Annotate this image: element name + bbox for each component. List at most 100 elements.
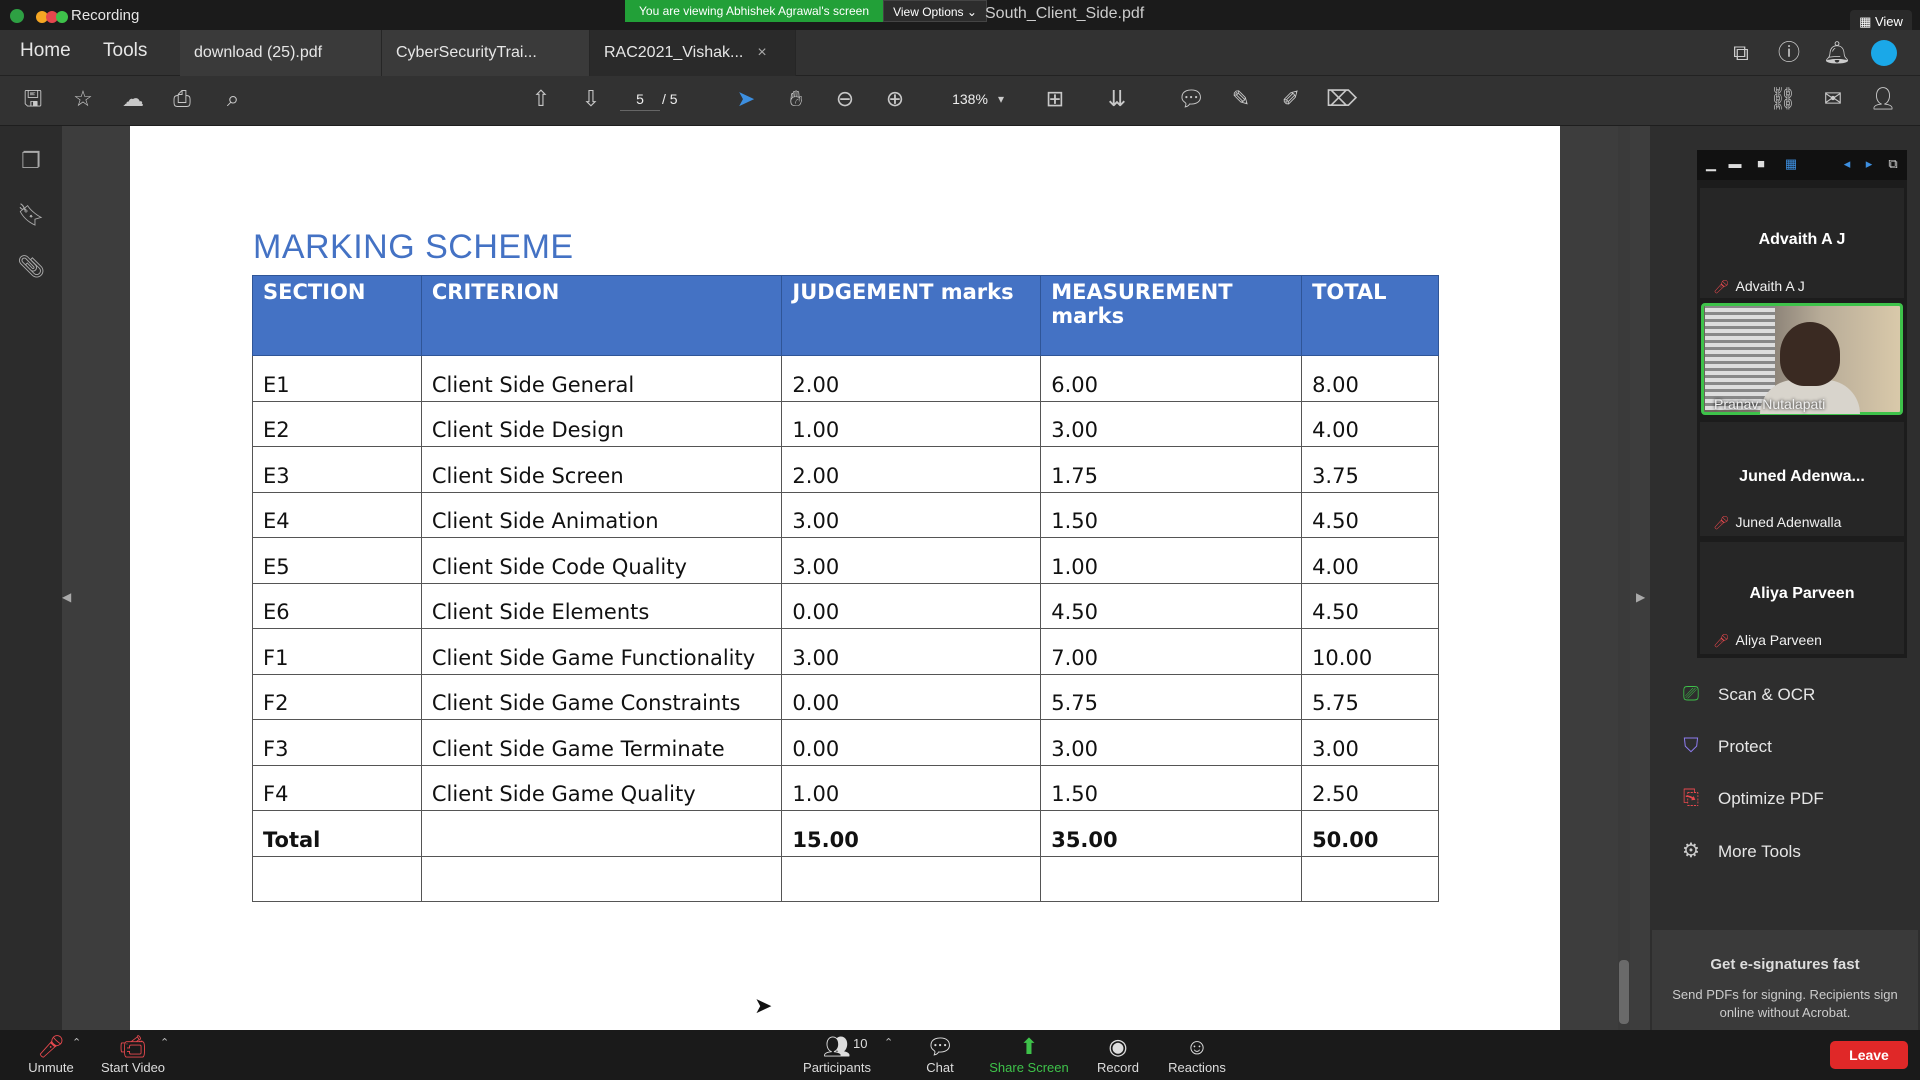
record-button[interactable]: ◉ Record bbox=[1073, 1034, 1163, 1075]
save-icon[interactable]: 🖫︎ bbox=[18, 84, 48, 114]
scrollbar-thumb[interactable] bbox=[1619, 960, 1629, 1024]
scroll-mode-icon[interactable]: ⇊ bbox=[1102, 84, 1132, 114]
table-cell: 2.00 bbox=[781, 446, 1042, 493]
highlight-pen-icon[interactable]: ✎ bbox=[1226, 84, 1256, 114]
zoom-window-icon[interactable] bbox=[56, 11, 68, 23]
table-cell: 1.00 bbox=[1040, 537, 1303, 584]
table-row: E4 Client Side Animation 3.00 1.50 4.50 bbox=[252, 491, 1439, 538]
tab-cybersecurity[interactable]: CyberSecurityTrai... bbox=[382, 30, 590, 76]
zoom-out-icon[interactable]: ⊖ bbox=[830, 84, 860, 114]
tool-scan-ocr[interactable]: ⎚ Scan & OCR bbox=[1678, 674, 1815, 714]
tab-label: RAC2021_Vishak... bbox=[604, 44, 744, 61]
share-screen-label: Share Screen bbox=[989, 1060, 1069, 1075]
table-cell: 8.00 bbox=[1301, 355, 1439, 402]
leave-button[interactable]: Leave bbox=[1830, 1041, 1908, 1069]
participant-label: 🎤︎ Advaith A J bbox=[1713, 278, 1805, 295]
chevron-down-icon[interactable]: ▾ bbox=[998, 87, 1004, 111]
scan-icon: ⎚ bbox=[1683, 683, 1699, 705]
table-cell: 3.00 bbox=[781, 628, 1042, 675]
table-row: E3 Client Side Screen 2.00 1.75 3.75 bbox=[252, 446, 1439, 493]
prev-page-icon[interactable]: ⇧ bbox=[526, 84, 556, 114]
share-screen-button[interactable]: ⬆ Share Screen bbox=[984, 1034, 1074, 1075]
tool-more-tools[interactable]: ⚙ More Tools bbox=[1678, 831, 1801, 871]
menu-home[interactable]: Home bbox=[20, 40, 71, 62]
small-view-icon[interactable]: ▬ bbox=[1726, 156, 1744, 172]
draw-icon[interactable]: ✐ bbox=[1276, 84, 1306, 114]
minimize-gallery-icon[interactable]: ▁ bbox=[1702, 156, 1720, 172]
chevron-up-icon[interactable]: ⌃ bbox=[72, 1036, 81, 1049]
table-cell: 2.50 bbox=[1301, 764, 1439, 811]
table-cell: 3.00 bbox=[1301, 719, 1439, 766]
participant-display-name: Juned Adenwa... bbox=[1739, 468, 1865, 485]
table-cell: 10.00 bbox=[1301, 628, 1439, 675]
table-cell: Client Side Game Terminate bbox=[420, 719, 783, 766]
table-cell: 3.75 bbox=[1301, 446, 1439, 493]
table-cell: Client Side General bbox=[420, 355, 783, 402]
mic-muted-icon: 🎤︎ bbox=[1713, 633, 1730, 648]
participant-label: 🎤︎ Aliya Parveen bbox=[1713, 632, 1822, 649]
tab-rac2021[interactable]: RAC2021_Vishak... × bbox=[590, 30, 796, 76]
table-cell: 5.75 bbox=[1040, 673, 1303, 720]
tool-optimize-pdf[interactable]: ⎘ Optimize PDF bbox=[1678, 778, 1824, 818]
record-label: Record bbox=[1097, 1060, 1139, 1075]
chevron-up-icon[interactable]: ⌃ bbox=[884, 1036, 893, 1049]
participant-label: 🎤︎ Juned Adenwalla bbox=[1713, 514, 1841, 531]
chevron-up-icon[interactable]: ⌃ bbox=[160, 1036, 169, 1049]
page-number-input[interactable]: 5 bbox=[620, 87, 660, 111]
comment-icon[interactable]: 💬︎ bbox=[1176, 84, 1206, 114]
next-page-icon[interactable]: ⇩ bbox=[576, 84, 606, 114]
table-cell: 3.00 bbox=[1040, 719, 1303, 766]
tool-label: Optimize PDF bbox=[1718, 789, 1824, 808]
print-icon[interactable]: ⎙ bbox=[167, 84, 197, 114]
star-icon[interactable]: ☆ bbox=[68, 84, 98, 114]
search-icon[interactable]: ⌕ bbox=[218, 84, 248, 114]
zoom-in-icon[interactable]: ⊕ bbox=[880, 84, 910, 114]
bookmark-icon[interactable]: 🔖︎ bbox=[16, 202, 46, 232]
table-cell: 2.00 bbox=[781, 355, 1042, 402]
chat-button[interactable]: 💬︎ Chat bbox=[895, 1034, 985, 1075]
attachment-icon[interactable]: 📎︎ bbox=[16, 254, 46, 284]
column-header: CRITERION bbox=[420, 275, 783, 356]
grid-icon: ▦ bbox=[1859, 14, 1875, 29]
shield-icon bbox=[10, 9, 24, 23]
stamp-icon[interactable]: ⌦ bbox=[1326, 84, 1357, 114]
share-screen-icon[interactable]: ⧉ bbox=[1728, 40, 1754, 66]
reactions-button[interactable]: ☺ Reactions bbox=[1152, 1034, 1242, 1075]
tab-close-icon[interactable]: × bbox=[757, 44, 766, 61]
hand-icon[interactable]: ✋︎ bbox=[781, 84, 811, 114]
table-cell: E2 bbox=[252, 400, 422, 447]
add-user-icon[interactable]: 👤︎ bbox=[1868, 84, 1898, 114]
table-row: F2 Client Side Game Constraints 0.00 5.75 5.… bbox=[252, 673, 1439, 720]
email-icon[interactable]: ✉ bbox=[1818, 84, 1848, 114]
menu-tools[interactable]: Tools bbox=[103, 40, 147, 62]
tool-protect[interactable]: ⛉ Protect bbox=[1678, 726, 1772, 766]
link-icon[interactable]: ⛓ bbox=[1768, 84, 1798, 114]
collapse-left-icon[interactable]: ◀ bbox=[62, 590, 71, 604]
gallery-view-icon[interactable]: ▦ bbox=[1782, 156, 1800, 172]
page-fit-icon[interactable]: ⊞ bbox=[1040, 84, 1070, 114]
esign-body: Send PDFs for signing. Recipients sign o… bbox=[1672, 987, 1898, 1020]
bell-icon[interactable]: 🔔︎ bbox=[1823, 40, 1851, 66]
exit-gallery-icon[interactable]: ⧉ bbox=[1884, 156, 1902, 172]
prev-page-icon[interactable]: ◂ bbox=[1838, 156, 1856, 172]
help-icon[interactable]: ⓘ bbox=[1776, 40, 1802, 66]
participants-button[interactable]: 👥︎ Participants bbox=[792, 1034, 882, 1075]
next-page-icon[interactable]: ▸ bbox=[1860, 156, 1878, 172]
tab-download-pdf[interactable]: download (25).pdf bbox=[180, 30, 382, 76]
page-thumbnails-icon[interactable]: ❐ bbox=[16, 148, 46, 178]
expand-right-icon[interactable]: ▶ bbox=[1636, 590, 1645, 604]
smiley-icon: ☺ bbox=[1185, 1034, 1209, 1059]
vertical-scrollbar[interactable] bbox=[1618, 126, 1630, 1030]
avatar[interactable] bbox=[1871, 40, 1897, 66]
table-cell: 5.75 bbox=[1301, 673, 1439, 720]
upload-cloud-icon[interactable]: ☁ bbox=[118, 84, 148, 114]
participant-name: Pranav Nutalapati bbox=[1714, 396, 1826, 412]
select-cursor-icon[interactable]: ➤ bbox=[731, 84, 761, 114]
unmute-button[interactable]: 🎤︎ Unmute bbox=[6, 1034, 96, 1075]
speaker-view-icon[interactable]: ■ bbox=[1752, 156, 1770, 172]
table-cell: F2 bbox=[252, 673, 422, 720]
chat-icon: 💬︎ bbox=[926, 1034, 954, 1059]
view-options-button[interactable]: View Options ⌄ bbox=[883, 0, 987, 22]
column-header: TOTAL bbox=[1301, 275, 1439, 356]
table-cell: 3.00 bbox=[781, 491, 1042, 538]
